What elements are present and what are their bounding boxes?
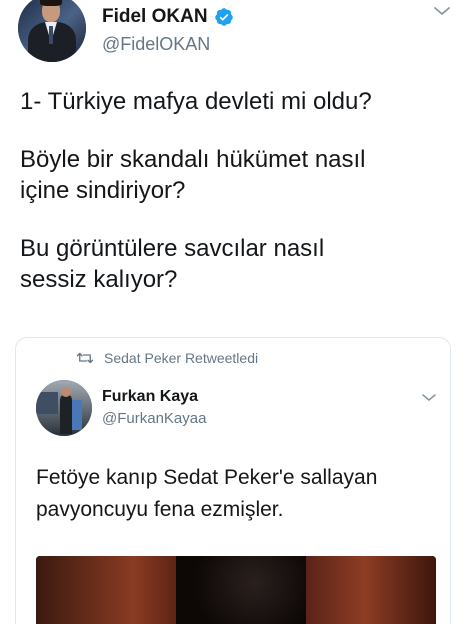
quoted-media-image[interactable] (36, 556, 436, 624)
chevron-down-icon[interactable] (421, 392, 437, 403)
tweet-text-paragraph: 1- Türkiye mafya devleti mi oldu? (20, 88, 372, 115)
retweet-label[interactable]: Sedat Peker Retweetledi (104, 350, 258, 366)
quoted-avatar[interactable] (36, 380, 92, 436)
retweet-icon (76, 352, 94, 364)
tweet-text-paragraph: Böyle bir skandalı hükümet nasıl içine s… (20, 146, 366, 204)
tweet-header: Fidel OKAN @FidelOKAN (0, 0, 466, 70)
quoted-tweet-text: Fetöye kanıp Sedat Peker'e sallayan pavy… (36, 466, 378, 521)
tweet-text-paragraph: Bu görüntülere savcılar nasıl sessiz kal… (20, 235, 325, 293)
author-name-row[interactable]: Fidel OKAN (102, 6, 234, 28)
tweet-text: 1- Türkiye mafya devleti mi oldu? Böyle … (20, 86, 450, 322)
quoted-tweet-card[interactable]: Sedat Peker Retweetledi Furkan Kaya @Fur… (15, 337, 451, 624)
retweet-context: Sedat Peker Retweetledi (76, 350, 258, 366)
display-name[interactable]: Fidel OKAN (102, 6, 208, 28)
quoted-handle[interactable]: @FurkanKayaa (102, 410, 206, 427)
quoted-display-name[interactable]: Furkan Kaya (102, 388, 198, 406)
verified-badge-icon (214, 8, 233, 26)
chevron-down-icon[interactable] (432, 4, 452, 18)
avatar[interactable] (18, 0, 86, 62)
author-handle[interactable]: @FidelOKAN (102, 34, 210, 55)
